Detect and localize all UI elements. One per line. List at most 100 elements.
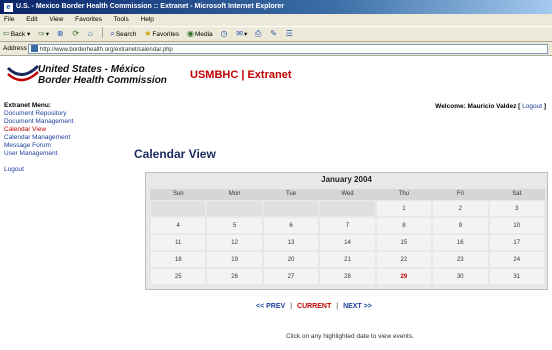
page-title: Calendar View bbox=[134, 147, 216, 161]
media-button[interactable]: ◉Media bbox=[187, 27, 213, 42]
nav-calendar-view[interactable]: Calendar View bbox=[4, 126, 124, 134]
calendar-day-cell[interactable]: 29 bbox=[375, 268, 433, 285]
welcome-message: Welcome: Mauricio Valdez [ Logout ] bbox=[435, 103, 546, 110]
calendar-empty-cell bbox=[319, 200, 376, 217]
back-arrow-icon: ⇦ bbox=[3, 29, 10, 38]
calendar-day-cell: 6 bbox=[262, 217, 320, 234]
calendar-day-cell: 25 bbox=[150, 268, 207, 285]
calendar-day-cell: 13 bbox=[262, 234, 320, 251]
menu-edit[interactable]: Edit bbox=[26, 16, 37, 23]
edit-button[interactable]: ✎ bbox=[270, 27, 278, 42]
welcome-close-bracket: ] bbox=[543, 103, 546, 110]
calendar-day-cell: 20 bbox=[262, 251, 320, 268]
window-titlebar: e U.S. - Mexico Border Health Commission … bbox=[0, 0, 552, 14]
edit-icon: ✎ bbox=[270, 29, 277, 38]
calendar-day-cell: 15 bbox=[375, 234, 433, 251]
calendar-hint: Click on any highlighted date to view ev… bbox=[286, 333, 414, 340]
calendar-week-row: 25 26 27 28 29 30 31 bbox=[150, 268, 545, 285]
calendar-day-cell: 16 bbox=[432, 234, 489, 251]
calendar-day-cell: 8 bbox=[375, 217, 433, 234]
calendar-week-row: 18 19 20 21 22 23 24 bbox=[150, 251, 545, 268]
menu-tools[interactable]: Tools bbox=[114, 16, 129, 23]
calendar-body: 1 2 3 4 5 6 7 8 9 10 11 12 13 14 15 16 17 18 19 20 21 22 23 24 2… bbox=[150, 200, 545, 285]
calendar-day-cell: 24 bbox=[488, 251, 545, 268]
history-icon: ◷ bbox=[220, 29, 228, 38]
home-button[interactable]: ⌂ bbox=[88, 27, 94, 42]
calendar-day-cell: 21 bbox=[319, 251, 376, 268]
browser-toolbar: ⇦Back ▾ ⇨▾ ⊗ ⟳ ⌂ ⌕Search ★Favorites ◉Med… bbox=[0, 26, 552, 42]
calendar-day-cell: 3 bbox=[488, 200, 545, 217]
weekday-sat: Sat bbox=[488, 189, 545, 200]
nav-user-management[interactable]: User Management bbox=[4, 150, 124, 158]
print-icon: ⎙ bbox=[255, 29, 262, 38]
commission-logo-icon bbox=[6, 64, 40, 82]
nav-divider: | bbox=[290, 303, 293, 310]
search-button[interactable]: ⌕Search bbox=[110, 27, 136, 42]
forward-arrow-icon: ⇨ bbox=[38, 29, 45, 38]
weekday-sun: Sun bbox=[150, 189, 207, 200]
refresh-button[interactable]: ⟳ bbox=[72, 27, 80, 42]
nav-calendar-management[interactable]: Calendar Management bbox=[4, 134, 124, 142]
star-icon: ★ bbox=[144, 29, 152, 38]
calendar-day-cell: 28 bbox=[319, 268, 376, 285]
print-button[interactable]: ⎙ bbox=[255, 27, 262, 42]
calendar-day-cell: 14 bbox=[319, 234, 376, 251]
nav-document-repository[interactable]: Document Repository bbox=[4, 110, 124, 118]
stop-icon: ⊗ bbox=[56, 29, 64, 38]
welcome-logout-link[interactable]: Logout bbox=[522, 103, 542, 110]
weekday-thu: Thu bbox=[375, 189, 433, 200]
weekday-mon: Mon bbox=[206, 189, 263, 200]
address-label: Address bbox=[3, 45, 27, 52]
stop-button[interactable]: ⊗ bbox=[57, 27, 65, 42]
welcome-text: Welcome: Mauricio Valdez [ bbox=[435, 103, 521, 110]
calendar-weekday-header: Sun Mon Tue Wed Thu Fri Sat bbox=[150, 189, 545, 200]
favorites-button[interactable]: ★Favorites bbox=[144, 27, 179, 42]
home-icon: ⌂ bbox=[87, 29, 93, 38]
calendar-week-row: 4 5 6 7 8 9 10 bbox=[150, 217, 545, 234]
calendar-empty-cell bbox=[150, 200, 207, 217]
nav-logout[interactable]: Logout bbox=[4, 166, 124, 174]
org-name-line1: United States - México bbox=[38, 64, 145, 75]
calendar: January 2004 Sun Mon Tue Wed Thu Fri Sat… bbox=[145, 172, 548, 290]
calendar-day-cell: 11 bbox=[150, 234, 207, 251]
menu-file[interactable]: File bbox=[4, 16, 14, 23]
calendar-empty-cell bbox=[206, 200, 263, 217]
calendar-day-cell: 9 bbox=[432, 217, 489, 234]
nav-divider: | bbox=[336, 303, 339, 310]
calendar-day-cell: 4 bbox=[150, 217, 207, 234]
history-button[interactable]: ◷ bbox=[220, 27, 228, 42]
menu-favorites[interactable]: Favorites bbox=[75, 16, 102, 23]
page-icon bbox=[31, 45, 38, 52]
org-name-line2: Border Health Commission bbox=[38, 75, 167, 86]
address-url: http://www.borderhealth.org/extranet/cal… bbox=[40, 47, 173, 53]
calendar-day-cell: 10 bbox=[488, 217, 545, 234]
extranet-menu: Extranet Menu: Document Repository Docum… bbox=[4, 102, 124, 174]
calendar-day-cell: 19 bbox=[206, 251, 263, 268]
calendar-day-cell: 2 bbox=[432, 200, 489, 217]
extranet-title: USMBHC | Extranet bbox=[190, 69, 292, 81]
address-input[interactable]: http://www.borderhealth.org/extranet/cal… bbox=[28, 44, 548, 54]
calendar-grid: Sun Mon Tue Wed Thu Fri Sat 1 2 3 4 5 6 7 8 9 10 1… bbox=[150, 189, 545, 285]
calendar-empty-cell bbox=[262, 200, 320, 217]
media-icon: ◉ bbox=[186, 29, 194, 38]
menu-help[interactable]: Help bbox=[141, 16, 154, 23]
calendar-day-cell: 12 bbox=[206, 234, 263, 251]
menu-view[interactable]: View bbox=[49, 16, 63, 23]
calendar-day-cell: 22 bbox=[375, 251, 433, 268]
back-button[interactable]: ⇦Back ▾ bbox=[3, 27, 30, 42]
mail-button[interactable]: ✉▾ bbox=[236, 27, 247, 42]
calendar-day-cell: 7 bbox=[319, 217, 376, 234]
calendar-day-cell: 31 bbox=[488, 268, 545, 285]
refresh-icon: ⟳ bbox=[72, 29, 80, 38]
nav-message-forum[interactable]: Message Forum bbox=[4, 142, 124, 150]
current-month-link[interactable]: CURRENT bbox=[297, 303, 331, 310]
next-month-link[interactable]: NEXT >> bbox=[343, 303, 372, 310]
weekday-fri: Fri bbox=[432, 189, 489, 200]
discuss-button[interactable]: ☰ bbox=[286, 27, 294, 42]
nav-document-management[interactable]: Document Management bbox=[4, 118, 124, 126]
calendar-week-row: 123 bbox=[150, 200, 545, 217]
calendar-day-cell: 1 bbox=[375, 200, 433, 217]
prev-month-link[interactable]: << PREV bbox=[256, 303, 285, 310]
calendar-navigation: << PREV | CURRENT | NEXT >> bbox=[256, 303, 372, 310]
forward-button[interactable]: ⇨▾ bbox=[38, 27, 49, 42]
